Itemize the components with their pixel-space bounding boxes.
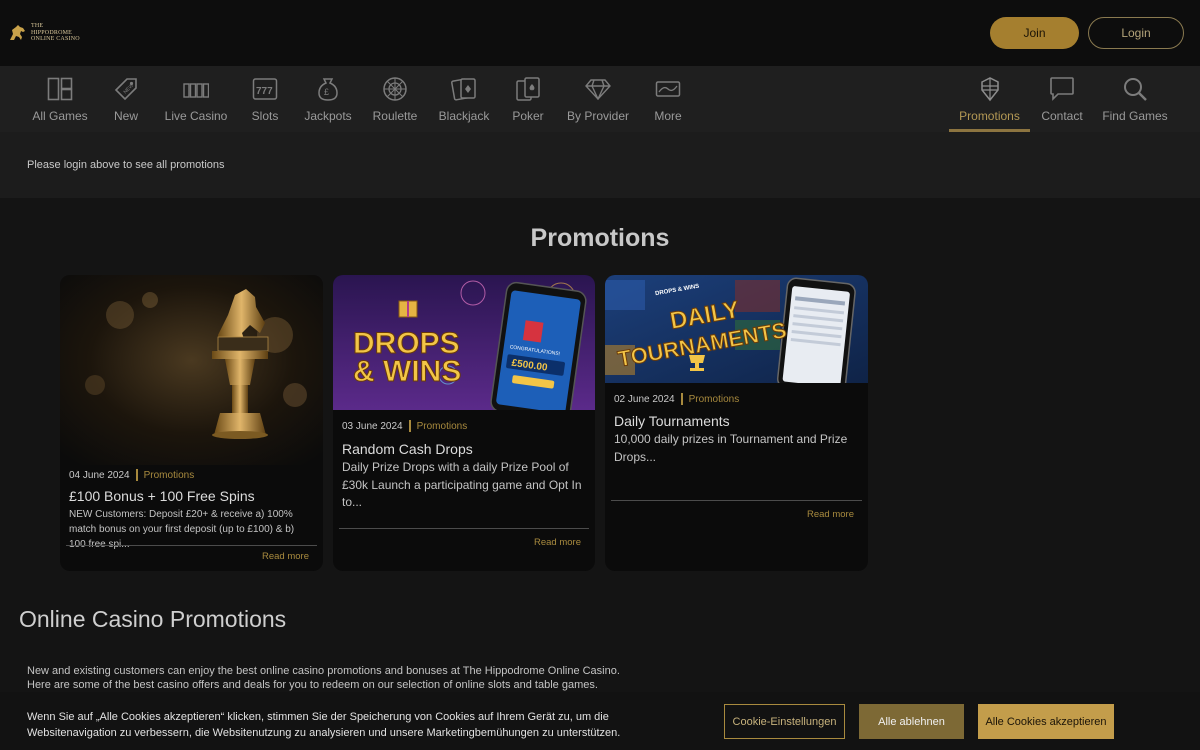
nav-item-live-casino[interactable]: Live Casino [163,66,229,132]
promo-description: 10,000 daily prizes in Tournament and Pr… [614,432,848,464]
jackpot-coin-icon: £ [318,78,338,101]
cookie-text: Wenn Sie auf „Alle Cookies akzeptieren“ … [27,711,621,739]
promo-title: Random Cash Drops [342,441,473,457]
meta-separator [408,420,411,432]
nav-label: By Provider [566,109,630,123]
join-button[interactable]: Join [990,17,1079,49]
top-bar: The Hippodrome Online Casino Join Login [0,0,1200,66]
svg-text:£: £ [324,87,329,97]
card-divider [611,500,862,501]
chat-bubble-icon [1050,77,1074,101]
daily-tournaments-image: DROPS & WINS DAILY TOURNAMENTS [605,275,868,383]
promo-date: 02 June 2024 [614,393,675,405]
promo-meta: 03 June 2024 Promotions [342,420,467,432]
nav-label: More [654,109,682,123]
nav-label: Poker [512,109,544,123]
nav-item-find-games[interactable]: Find Games [1102,66,1168,132]
promo-meta: 04 June 2024 Promotions [69,469,194,481]
nav-label: Roulette [372,109,418,123]
nav-item-promotions[interactable]: Promotions [949,66,1030,132]
svg-text:NEW: NEW [123,83,136,96]
promotions-heading: Promotions [530,224,670,252]
online-promotions-intro: New and existing customers can enjoy the… [27,665,620,691]
promo-title: Daily Tournaments [614,413,730,429]
trophy-image [60,275,323,465]
nav-label: Blackjack [438,109,490,123]
all-games-icon [47,77,73,101]
reject-all-cookies-button[interactable]: Alle ablehnen [859,704,964,739]
promotions-gift-icon [980,77,999,102]
search-icon [1124,78,1147,101]
nav-item-roulette[interactable]: Roulette [370,66,420,132]
promo-category: Promotions [416,420,468,432]
nav-item-jackpots[interactable]: £ Jackpots [303,66,353,132]
online-promotions-heading: Online Casino Promotions [19,606,287,632]
promo-card-random-cash-drops[interactable]: DROPS & WINS CONGRATULATIONS! £500.00 03… [333,275,595,571]
promo-card-daily-tournaments[interactable]: DROPS & WINS DAILY TOURNAMENTS 02 June 2… [605,275,868,571]
svg-text:777: 777 [256,86,273,97]
roulette-wheel-icon [383,77,407,101]
horse-logo-icon [10,25,25,40]
logo-text: The Hippodrome Online Casino [31,23,80,43]
nav-item-more[interactable]: More [648,66,688,132]
nav-item-contact[interactable]: Contact [1037,66,1087,132]
read-more-link[interactable]: Read more [262,551,309,562]
promo-card-bonus[interactable]: 04 June 2024 Promotions £100 Bonus + 100… [60,275,323,571]
new-tag-icon: NEW [114,78,137,101]
nav-label: Slots [251,109,279,123]
promo-image-drops-wins[interactable]: DROPS & WINS CONGRATULATIONS! £500.00 [333,275,595,410]
promo-description: Daily Prize Drops with a daily Prize Poo… [342,460,582,509]
drops-wins-image: DROPS & WINS CONGRATULATIONS! £500.00 [333,275,595,410]
poker-cards-icon [516,77,540,101]
promo-meta: 02 June 2024 Promotions [614,393,739,405]
cookie-settings-button[interactable]: Cookie-Einstellungen [724,704,845,739]
nav-item-new[interactable]: NEW New [106,66,146,132]
nav-label: Jackpots [304,109,352,123]
nav-item-blackjack[interactable]: Blackjack [438,66,490,132]
login-notice: Please login above to see all promotions [0,132,1200,198]
card-divider [66,545,317,546]
promo-category: Promotions [143,469,195,481]
promo-date: 03 June 2024 [342,420,403,432]
promo-image-trophy[interactable] [60,275,323,465]
login-notice-text: Please login above to see all promotions [27,159,225,171]
nav-label: Find Games [1102,109,1168,123]
more-ticket-icon [655,81,681,97]
logo-line: Online Casino [31,36,80,43]
nav-label: Promotions [959,109,1020,123]
nav-label: Contact [1041,109,1083,123]
site-logo[interactable]: The Hippodrome Online Casino [8,20,100,46]
slots-777-icon: 777 [252,78,278,100]
main-nav: All Games NEW New Live Casino 777 Slots … [0,66,1200,132]
login-button[interactable]: Login [1088,17,1184,49]
promo-title: £100 Bonus + 100 Free Spins [69,488,255,504]
diamond-icon [585,79,611,100]
promo-category: Promotions [688,393,740,405]
blackjack-cards-icon [451,78,476,101]
meta-separator [680,393,683,405]
wins-text: & WINS [353,355,461,388]
read-more-link[interactable]: Read more [534,537,581,548]
nav-item-slots[interactable]: 777 Slots [245,66,285,132]
live-casino-chips-icon [183,83,209,98]
promo-image-daily-tournaments[interactable]: DROPS & WINS DAILY TOURNAMENTS [605,275,868,383]
nav-label: New [113,109,138,123]
promo-date: 04 June 2024 [69,469,130,481]
nav-item-by-provider[interactable]: By Provider [565,66,631,132]
nav-label: Live Casino [164,109,228,123]
nav-item-poker[interactable]: Poker [508,66,548,132]
card-divider [339,528,589,529]
accept-all-cookies-button[interactable]: Alle Cookies akzeptieren [978,704,1114,739]
nav-item-all-games[interactable]: All Games [30,66,90,132]
meta-separator [135,469,138,481]
nav-label: All Games [32,109,88,123]
read-more-link[interactable]: Read more [807,509,854,520]
